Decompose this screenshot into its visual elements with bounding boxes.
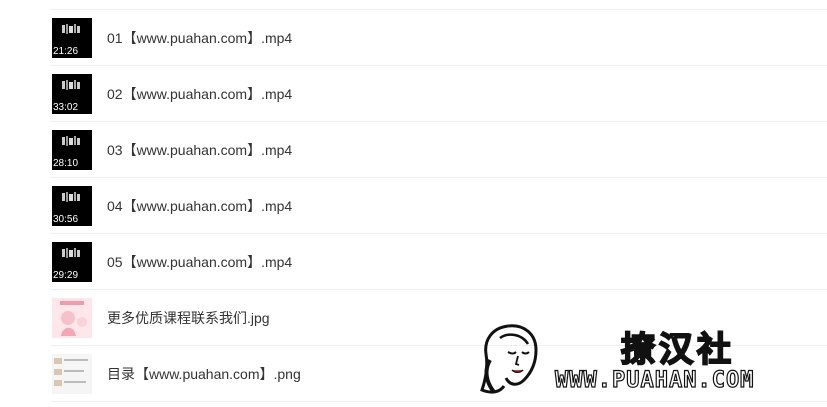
file-row[interactable]: 28:10 03【www.puahan.com】.mp4	[50, 122, 827, 178]
video-thumbnail[interactable]: 33:02	[52, 74, 92, 114]
video-frame-icon	[62, 136, 80, 146]
video-frame-icon	[62, 24, 80, 34]
file-name[interactable]: 更多优质课程联系我们.jpg	[107, 290, 270, 346]
video-frame-icon	[62, 248, 80, 258]
watermark-url: WWW.PUAHAN.COM	[554, 367, 755, 393]
document-image-icon	[52, 354, 92, 394]
file-name[interactable]: 目录【www.puahan.com】.png	[107, 346, 301, 402]
file-name[interactable]: 04【www.puahan.com】.mp4	[107, 178, 292, 234]
video-duration: 29:29	[53, 270, 79, 281]
file-row[interactable]: 29:29 05【www.puahan.com】.mp4	[50, 234, 827, 290]
watermark-brand: 撩汉社	[620, 329, 735, 371]
file-name[interactable]: 01【www.puahan.com】.mp4	[107, 10, 292, 66]
video-frame-icon	[62, 192, 80, 202]
pink-poster-thumbnail[interactable]	[52, 298, 92, 338]
watermark: 撩汉社 WWW.PUAHAN.COM	[478, 320, 808, 400]
file-name[interactable]: 03【www.puahan.com】.mp4	[107, 122, 292, 178]
file-row[interactable]: 30:56 04【www.puahan.com】.mp4	[50, 178, 827, 234]
video-thumbnail[interactable]: 21:26	[52, 18, 92, 58]
video-thumbnail[interactable]: 28:10	[52, 130, 92, 170]
file-name[interactable]: 02【www.puahan.com】.mp4	[107, 66, 292, 122]
file-name[interactable]: 05【www.puahan.com】.mp4	[107, 234, 292, 290]
video-frame-icon	[62, 80, 80, 90]
video-duration: 28:10	[53, 158, 79, 169]
file-row[interactable]: 33:02 02【www.puahan.com】.mp4	[50, 66, 827, 122]
video-duration: 21:26	[53, 46, 79, 57]
video-duration: 30:56	[53, 214, 79, 225]
poster-image-icon	[52, 298, 92, 338]
video-duration: 33:02	[53, 102, 79, 113]
woman-face-logo-icon	[480, 324, 538, 394]
video-thumbnail[interactable]: 29:29	[52, 242, 92, 282]
file-row[interactable]: 21:26 01【www.puahan.com】.mp4	[50, 10, 827, 66]
document-thumbnail[interactable]	[52, 354, 92, 394]
video-thumbnail[interactable]: 30:56	[52, 186, 92, 226]
